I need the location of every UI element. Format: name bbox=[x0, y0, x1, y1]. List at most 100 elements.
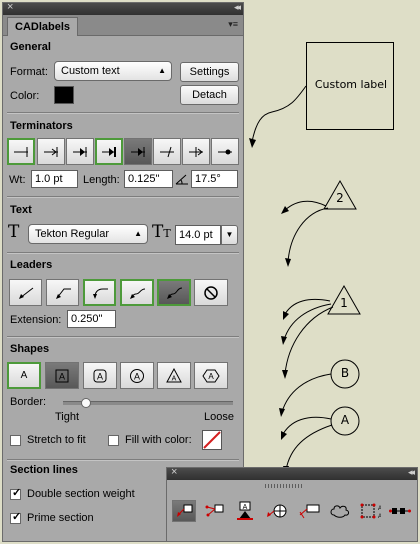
divider bbox=[7, 459, 239, 461]
leader-elbow-button[interactable] bbox=[46, 279, 79, 306]
updown-arrow-icon: ▲ bbox=[158, 66, 166, 75]
svg-text:A: A bbox=[208, 372, 214, 381]
close-icon[interactable]: × bbox=[171, 466, 177, 478]
terminator-thick-arrow-bar-button[interactable] bbox=[95, 138, 123, 165]
color-label: Color: bbox=[10, 90, 40, 102]
section-lines-title: Section lines bbox=[10, 464, 78, 476]
color-swatch[interactable] bbox=[54, 86, 74, 104]
terminator-tick-icon bbox=[14, 146, 28, 157]
collapse-icon[interactable]: ◂◂ bbox=[234, 3, 241, 13]
tab-row: CADlabels ▾≡ bbox=[3, 15, 243, 36]
hexagon-shape-icon: A bbox=[202, 369, 220, 382]
svg-text:A: A bbox=[59, 371, 65, 381]
shape-circle-button[interactable]: A bbox=[120, 362, 154, 389]
arrowhead bbox=[285, 258, 291, 267]
arrowhead bbox=[281, 336, 287, 345]
font-size-field[interactable]: 14.0 pt bbox=[175, 225, 221, 245]
squiggle-leader-icon bbox=[130, 288, 146, 299]
bezier-leader-icon bbox=[167, 287, 183, 299]
no-fill-icon bbox=[203, 431, 221, 449]
angle-icon bbox=[175, 174, 188, 185]
extension-field[interactable]: 0.250" bbox=[67, 310, 116, 328]
shape-square-button[interactable]: A bbox=[45, 362, 79, 389]
dot-terminator-icon bbox=[218, 149, 232, 154]
border-slider-knob[interactable] bbox=[81, 398, 91, 408]
stretch-to-fit-label: Stretch to fit bbox=[27, 434, 86, 446]
shape-none-button[interactable]: A bbox=[7, 362, 41, 389]
panel-menu-icon[interactable]: ▾≡ bbox=[228, 19, 238, 30]
leader-custom-label bbox=[251, 85, 307, 143]
tab-cadlabels[interactable]: CADlabels bbox=[7, 17, 79, 36]
terminator-bar-arrow-button[interactable] bbox=[182, 138, 210, 165]
svg-text:A: A bbox=[378, 514, 381, 520]
length-field[interactable]: 0.125" bbox=[124, 170, 173, 188]
cadlabels-panel: × ◂◂ CADlabels ▾≡ General Format: Custom… bbox=[2, 2, 244, 542]
divider bbox=[7, 112, 239, 114]
checkmark-icon: ✓ bbox=[12, 511, 22, 523]
terminator-tick-button[interactable] bbox=[7, 138, 35, 165]
panel-titlebar[interactable]: × ◂◂ bbox=[3, 3, 243, 15]
tool-section-marker[interactable]: A bbox=[233, 500, 257, 522]
shape-triangle-button[interactable]: A bbox=[157, 362, 191, 389]
leader-2b bbox=[287, 207, 329, 263]
palette-titlebar[interactable] bbox=[167, 468, 417, 480]
format-value: Custom text bbox=[61, 65, 120, 77]
tool-label-leader[interactable] bbox=[172, 500, 196, 522]
svg-text:A: A bbox=[172, 376, 177, 383]
leader-squiggle-button[interactable] bbox=[120, 279, 154, 306]
leader-none-button[interactable] bbox=[194, 279, 228, 306]
detach-button[interactable]: Detach bbox=[180, 85, 239, 105]
terminator-filled-arrow-bar-button[interactable] bbox=[66, 138, 94, 165]
double-section-weight-checkbox[interactable]: ✓ bbox=[10, 487, 21, 500]
wt-field[interactable]: 1.0 pt bbox=[31, 170, 78, 188]
font-icon: T bbox=[8, 222, 20, 242]
tool-cloud[interactable] bbox=[328, 500, 352, 522]
straight-leader-icon bbox=[18, 287, 33, 299]
terminators-section-title: Terminators bbox=[10, 120, 73, 132]
format-select[interactable]: Custom text ▲ bbox=[54, 61, 172, 81]
triangle-2-text: 2 bbox=[336, 191, 344, 205]
collapse-icon[interactable]: ◂◂ bbox=[408, 467, 415, 478]
leader-straight-button[interactable] bbox=[9, 279, 42, 306]
drag-grip[interactable] bbox=[265, 484, 303, 488]
prime-section-label: Prime section bbox=[27, 512, 94, 524]
font-select[interactable]: Tekton Regular ▲ bbox=[28, 224, 148, 244]
stretch-to-fit-checkbox[interactable] bbox=[10, 435, 21, 446]
tool-circle-target[interactable] bbox=[265, 500, 291, 522]
tool-multi-leader[interactable] bbox=[202, 500, 226, 522]
divider bbox=[7, 252, 239, 254]
settings-button[interactable]: Settings bbox=[180, 62, 239, 82]
shape-rounded-button[interactable]: A bbox=[83, 362, 117, 389]
prime-section-checkbox[interactable]: ✓ bbox=[10, 511, 22, 524]
tool-chain[interactable] bbox=[388, 500, 412, 522]
shape-hexagon-button[interactable]: A bbox=[194, 362, 228, 389]
tool-dimension[interactable] bbox=[297, 500, 323, 522]
close-icon[interactable]: × bbox=[7, 3, 13, 13]
leader-bezier-button[interactable] bbox=[157, 279, 191, 306]
divider bbox=[7, 196, 239, 198]
fill-with-color-checkbox[interactable] bbox=[108, 435, 119, 446]
fill-color-swatch[interactable] bbox=[202, 430, 222, 450]
cloud-tool-icon bbox=[330, 505, 349, 518]
svg-text:A: A bbox=[134, 371, 140, 381]
terminator-slash-button[interactable] bbox=[153, 138, 181, 165]
leader-curved-button[interactable] bbox=[83, 279, 116, 306]
angle-field[interactable]: 17.5° bbox=[191, 170, 238, 188]
terminator-dark-arrow-bar-button[interactable] bbox=[124, 138, 152, 165]
chain-tool-icon bbox=[389, 508, 411, 514]
border-label: Border: bbox=[10, 396, 47, 408]
tool-bracket-labels[interactable]: AA bbox=[358, 500, 382, 522]
arrowhead bbox=[282, 370, 288, 379]
custom-label-text: Custom label bbox=[314, 78, 388, 91]
leader-b bbox=[281, 373, 332, 413]
loose-label: Loose bbox=[204, 411, 234, 423]
arrowhead bbox=[249, 138, 256, 148]
text-section-title: Text bbox=[10, 204, 32, 216]
leader-1a bbox=[283, 298, 331, 317]
terminator-open-arrow-bar-button[interactable] bbox=[37, 138, 65, 165]
double-section-weight-label: Double section weight bbox=[27, 488, 135, 500]
multi-leader-tool-icon bbox=[205, 504, 224, 517]
section-marker-tool-icon: A bbox=[237, 501, 253, 520]
terminator-dot-button[interactable] bbox=[211, 138, 239, 165]
font-size-dropdown[interactable]: ▼ bbox=[221, 225, 238, 245]
